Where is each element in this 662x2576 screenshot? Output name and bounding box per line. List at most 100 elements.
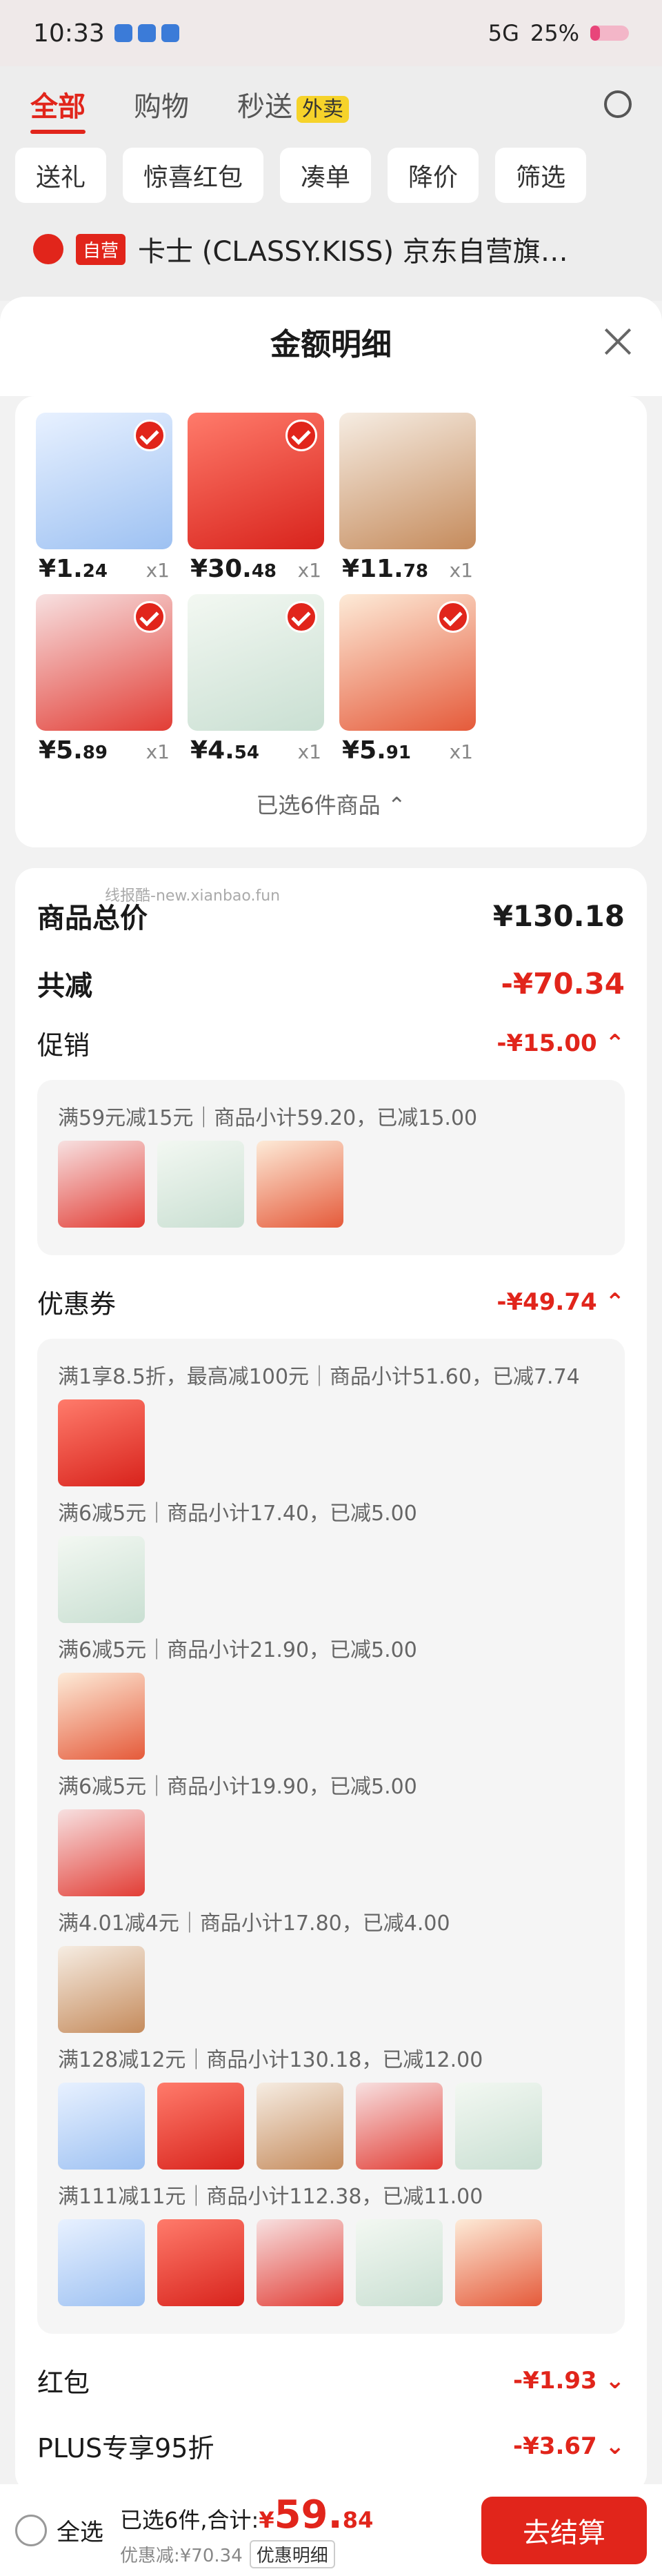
product-thumb [58, 1399, 145, 1486]
goods-item[interactable]: ¥30.48 x1 [188, 413, 324, 587]
shop-name[interactable]: 卡士 (CLASSY.KISS) 京东自营旗… [138, 229, 568, 269]
signal-text: 5G [488, 20, 519, 46]
chip-combine[interactable]: 凑单 [280, 148, 372, 203]
shop-row: 自营 卡士 (CLASSY.KISS) 京东自营旗… [0, 208, 662, 290]
reduce-value: -¥70.34 [501, 966, 625, 1001]
item-qty: x1 [146, 740, 170, 763]
reduce-label: 共减 [37, 970, 92, 1002]
checkout-button[interactable]: 去结算 [481, 2496, 647, 2564]
goods-item[interactable]: ¥11.78 x1 [339, 413, 476, 587]
product-thumb [58, 1946, 145, 2033]
redpack-label: 红包 [37, 2368, 90, 2398]
coupon-line: 满6减5元｜商品小计17.40，已减5.00 [58, 1502, 417, 1526]
item-qty: x1 [146, 559, 170, 582]
watermark: 线报酷-new.xianbao.fun [105, 887, 281, 905]
product-thumb [157, 1141, 244, 1228]
item-qty: x1 [449, 559, 473, 582]
check-icon[interactable] [33, 234, 63, 264]
chip-redpack[interactable]: 惊喜红包 [123, 148, 264, 203]
goods-card: ¥1.24 x1 ¥30.48 x1 ¥11.78 x1 ¥5.89 x1 ¥4.54 x1 ¥5.… [15, 396, 647, 847]
promo-line: 满59元减15元｜商品小计59.20，已减15.00 [58, 1106, 478, 1130]
product-thumb [188, 413, 324, 549]
goods-item[interactable]: ¥4.54 x1 [188, 594, 324, 769]
product-thumb [188, 594, 324, 731]
product-thumb [356, 2219, 443, 2306]
product-thumb [36, 594, 172, 731]
discount-text: 优惠减:¥70.34 [120, 2545, 243, 2566]
product-thumb [455, 2083, 542, 2170]
product-thumb [58, 1673, 145, 1760]
check-icon[interactable] [134, 420, 166, 451]
redpack-value[interactable]: -¥1.93 ⌄ [513, 2367, 625, 2395]
item-price: ¥5.89 [39, 736, 108, 765]
promo-value[interactable]: -¥15.00 ⌃ [496, 1030, 625, 1057]
tab-express[interactable]: 秒送 外卖 [237, 84, 349, 124]
selected-count[interactable]: 已选6件商品 ⌃ [15, 776, 647, 847]
battery-text: 25% [530, 20, 579, 46]
search-icon[interactable] [604, 90, 632, 118]
item-price: ¥5.91 [342, 736, 411, 765]
product-thumb [58, 1536, 145, 1623]
plus-value[interactable]: -¥3.67 ⌄ [513, 2432, 625, 2460]
notification-icons [114, 24, 179, 42]
coupon-value[interactable]: -¥49.74 ⌃ [496, 1288, 625, 1316]
product-thumb [455, 2219, 542, 2306]
self-op-badge: 自营 [76, 233, 126, 265]
item-price: ¥11.78 [342, 555, 429, 583]
chip-gift[interactable]: 送礼 [15, 148, 107, 203]
tab-shopping[interactable]: 购物 [134, 84, 189, 124]
item-price: ¥4.54 [190, 736, 259, 765]
select-all-radio[interactable] [15, 2514, 47, 2546]
summary-card: 商品总价 ¥130.18 共减 -¥70.34 促销 -¥15.00 ⌃ 满59… [15, 868, 647, 2493]
background-cart: 全部 购物 秒送 外卖 送礼 惊喜红包 凑单 降价 筛选 自营 卡士 (CLASS… [0, 66, 662, 301]
product-thumb [58, 2083, 145, 2170]
item-price: ¥1.24 [39, 555, 108, 583]
check-icon[interactable] [285, 601, 317, 633]
coupon-line: 满4.01减4元｜商品小计17.80，已减4.00 [58, 1911, 450, 1936]
coupon-line: 满111减11元｜商品小计112.38，已减11.00 [58, 2185, 483, 2209]
chip-price-drop[interactable]: 降价 [388, 148, 479, 203]
product-thumb [339, 413, 476, 549]
product-thumb [58, 1809, 145, 1896]
select-all-label[interactable]: 全选 [57, 2513, 103, 2547]
product-thumb [257, 2083, 343, 2170]
product-thumb [58, 1141, 145, 1228]
discount-detail-button[interactable]: 优惠明细 [249, 2539, 335, 2568]
tab-all[interactable]: 全部 [30, 84, 86, 134]
check-icon[interactable] [437, 601, 469, 633]
item-qty: x1 [449, 740, 473, 763]
total-summary: 已选6件,合计:¥59.84 [120, 2492, 374, 2537]
goods-item[interactable]: ¥5.89 x1 [36, 594, 172, 769]
goods-item[interactable]: ¥1.24 x1 [36, 413, 172, 587]
promo-label: 促销 [37, 1030, 90, 1061]
chip-filter[interactable]: 筛选 [495, 148, 587, 203]
product-thumb [157, 2219, 244, 2306]
check-icon[interactable] [285, 420, 317, 451]
product-thumb [339, 594, 476, 731]
product-thumb [257, 1141, 343, 1228]
goods-item[interactable]: ¥5.91 x1 [339, 594, 476, 769]
sheet-title: 金额明细 [270, 327, 392, 362]
product-thumb [257, 2219, 343, 2306]
product-thumb [356, 2083, 443, 2170]
product-thumb [36, 413, 172, 549]
product-thumb [157, 2083, 244, 2170]
item-qty: x1 [297, 740, 321, 763]
sheet-header: 金额明细 [0, 297, 662, 386]
close-icon[interactable] [600, 324, 634, 359]
promo-box: 满59元减15元｜商品小计59.20，已减15.00 [37, 1080, 625, 1255]
coupon-box: 满1享8.5折，最高减100元｜商品小计51.60，已减7.74 满6减5元｜商… [37, 1339, 625, 2334]
battery-icon [590, 26, 629, 41]
coupon-line: 满6减5元｜商品小计19.90，已减5.00 [58, 1775, 417, 1799]
item-price: ¥30.48 [190, 555, 277, 583]
total-value: ¥130.18 [492, 898, 625, 933]
check-icon[interactable] [134, 601, 166, 633]
coupon-line: 满128减12元｜商品小计130.18，已减12.00 [58, 2048, 483, 2072]
amount-detail-sheet: 金额明细 ¥1.24 x1 ¥30.48 x1 ¥11.78 x1 ¥5.89 x1 ¥4.54… [0, 297, 662, 2576]
product-thumb [58, 2219, 145, 2306]
status-bar: 10:33 5G 25% [0, 0, 662, 66]
coupon-line: 满6减5元｜商品小计21.90，已减5.00 [58, 1638, 417, 1662]
checkout-bar: 全选 已选6件,合计:¥59.84 优惠减:¥70.34 优惠明细 去结算 [0, 2484, 662, 2576]
item-qty: x1 [297, 559, 321, 582]
plus-label: PLUS专享95折 [37, 2433, 214, 2464]
